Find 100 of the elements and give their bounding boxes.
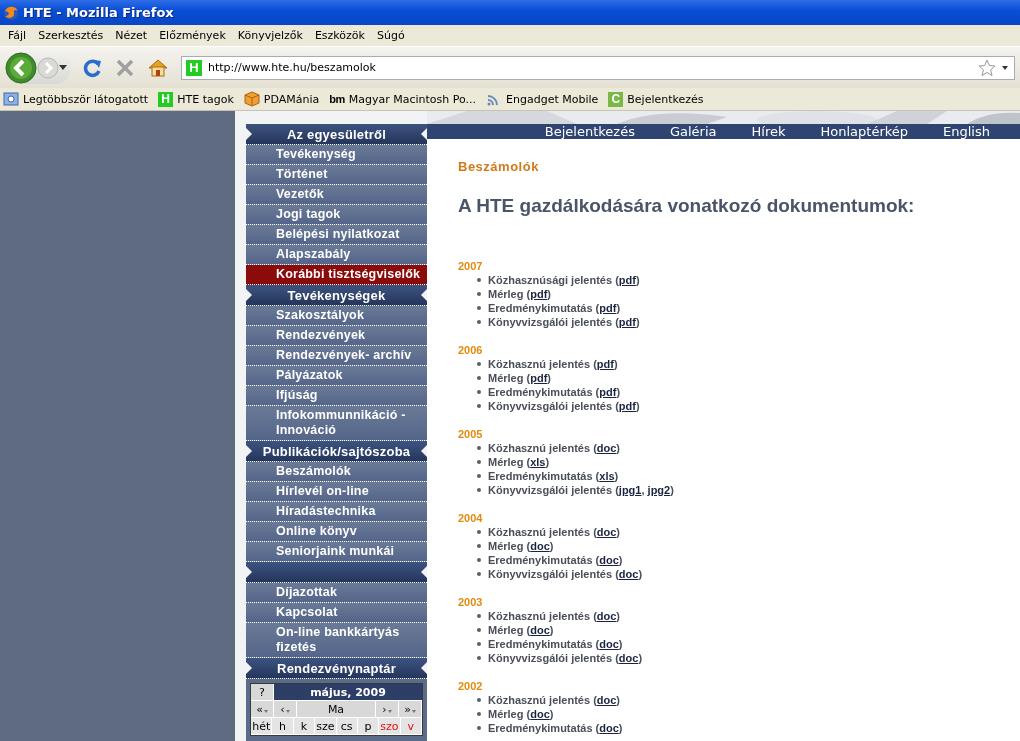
file-link[interactable]: doc [618,652,639,664]
bookmark[interactable]: Engadget Mobile [506,92,599,106]
page-label: Beszámolók [458,159,540,175]
file-link[interactable]: doc [618,568,639,580]
sidebar-item[interactable]: Díjazottak [246,583,427,603]
back-button-icon[interactable] [5,51,37,84]
bookmark[interactable]: Legtöbbször látogatott [23,92,149,106]
calendar-nav-button[interactable]: › [376,701,399,717]
box-icon [243,91,260,107]
sidebar-item[interactable]: Hírlevél on-line [246,482,427,502]
sidebar-item[interactable]: Ifjúság [246,386,427,406]
menu-item[interactable]: Fájl [2,29,33,42]
bookmark[interactable]: Bejelentkezés [627,92,704,106]
report-item: Közhasznú jelentés (pdf) [488,357,618,371]
report-item: Könyvvizsgálói jelentés (doc) [488,651,643,665]
globe-icon [3,4,19,21]
address-field[interactable]: H http://www.hte.hu/beszamolok [181,55,1015,80]
sidebar-item[interactable]: Online könyv [246,522,427,542]
file-link[interactable]: doc [596,694,617,706]
nav-link[interactable]: English [943,124,990,139]
file-link[interactable]: pdf [599,302,617,314]
sidebar-item[interactable]: Belépési nyilatkozat [246,225,427,245]
file-link[interactable]: pdf [618,316,636,328]
file-link[interactable]: doc [599,722,619,734]
sidebar-item[interactable]: Híradástechnika [246,502,427,522]
year-heading: 2004 [458,511,484,525]
report-item: Mérleg (doc) [488,539,554,553]
home-icon[interactable] [147,57,169,78]
file-link[interactable]: pdf [599,386,617,398]
weekday-label: hét [251,718,273,734]
report-item: Könyvvizsgálói jelentés (pdf) [488,315,640,329]
sidebar-item[interactable]: On-line bankkártyás fizetés [246,623,427,658]
sidebar-item[interactable]: Rendezvények [246,326,427,346]
reload-icon[interactable] [83,57,103,78]
file-link[interactable]: doc [530,540,550,552]
nav-link[interactable]: Bejelentkezés [544,124,635,139]
report-item: Eredménykimutatás (pdf) [488,301,621,315]
report-item: Eredménykimutatás (pdf) [488,385,621,399]
nav-link[interactable]: Honlaptérkép [820,124,909,139]
sidebar-item[interactable]: Infokommunnikáció - Innováció [246,406,427,441]
site-icon: H [186,59,202,76]
sidebar-item[interactable]: Rendezvények- archív [246,346,427,366]
sidebar-item[interactable]: Kapcsolat [246,603,427,623]
file-link[interactable]: doc [596,442,617,454]
file-link[interactable]: xls [599,470,615,482]
bookmark[interactable]: HTE tagok [177,92,234,106]
calendar-nav-button[interactable]: ‹ [274,701,297,717]
file-link[interactable]: doc [530,624,550,636]
sidebar-item[interactable]: Beszámolók [246,462,427,482]
report-item: Közhasznú jelentés (doc) [488,525,621,539]
calendar-nav-button[interactable]: « [251,701,274,717]
favicon: bm [329,93,345,105]
file-link[interactable]: doc [530,708,550,720]
sidebar-item[interactable]: Jogi tagok [246,205,427,225]
report-item: Közhasznú jelentés (doc) [488,441,621,455]
folder-icon [3,91,19,107]
file-link[interactable]: doc [599,638,619,650]
file-link[interactable]: doc [596,610,617,622]
sidebar-item[interactable]: Alapszabály [246,245,427,265]
nav-link[interactable]: Galéria [669,124,717,139]
menu-item[interactable]: Eszközök [308,29,371,42]
sidebar-item[interactable]: Pályázatok [246,366,427,386]
caret-icon[interactable] [59,64,67,71]
report-item: Közhasznúsági jelentés (pdf) [488,273,640,287]
weekday-label: cs [336,718,358,734]
report-item: Mérleg (doc) [488,623,554,637]
menu-item[interactable]: Nézet [109,29,154,42]
bookmark[interactable]: PDAMánia [263,92,320,106]
sidebar-item[interactable]: Korábbi tisztségviselők [246,265,427,285]
file-link[interactable]: pdf [618,400,636,412]
calendar-nav-button[interactable]: » [399,701,422,717]
year-heading: 2005 [458,427,484,441]
report-item: Mérleg (pdf) [488,371,551,385]
file-link[interactable]: pdf [618,274,636,286]
nav-link[interactable]: Hírek [751,124,786,139]
weekday-label: v [400,718,422,734]
file-link[interactable]: pdf [530,372,548,384]
file-link[interactable]: pdf [596,358,614,370]
calendar-nav-button[interactable]: Ma [297,701,376,717]
file-link[interactable]: pdf [530,288,548,300]
file-link[interactable]: doc [599,554,619,566]
file-link[interactable]: jpg2 [647,484,671,496]
star-icon[interactable] [978,58,996,77]
caret-icon[interactable] [1002,65,1008,70]
sidebar-item[interactable]: Történet [246,165,427,185]
file-link[interactable]: xls [530,456,546,468]
bookmark[interactable]: Magyar Macintosh Po... [348,92,476,106]
menu-item[interactable]: Szerkesztés [32,29,110,42]
help-button[interactable]: ? [251,684,274,700]
file-link[interactable]: doc [596,526,617,538]
menu-item[interactable]: Előzmények [153,29,232,42]
sidebar-item[interactable]: Seniorjaink munkái [246,542,427,562]
sidebar-item[interactable]: Vezetők [246,185,427,205]
sidebar-item[interactable]: Szakosztályok [246,306,427,326]
menu-item[interactable]: Könyvjelzők [231,29,309,42]
report-item: Eredménykimutatás (doc) [488,553,623,567]
window-title: HTE - Mozilla Firefox [23,5,174,20]
menu-item[interactable]: Súgó [370,29,411,42]
sidebar-item[interactable]: Tevékenység [246,145,427,165]
weekday-label: k [293,718,316,734]
